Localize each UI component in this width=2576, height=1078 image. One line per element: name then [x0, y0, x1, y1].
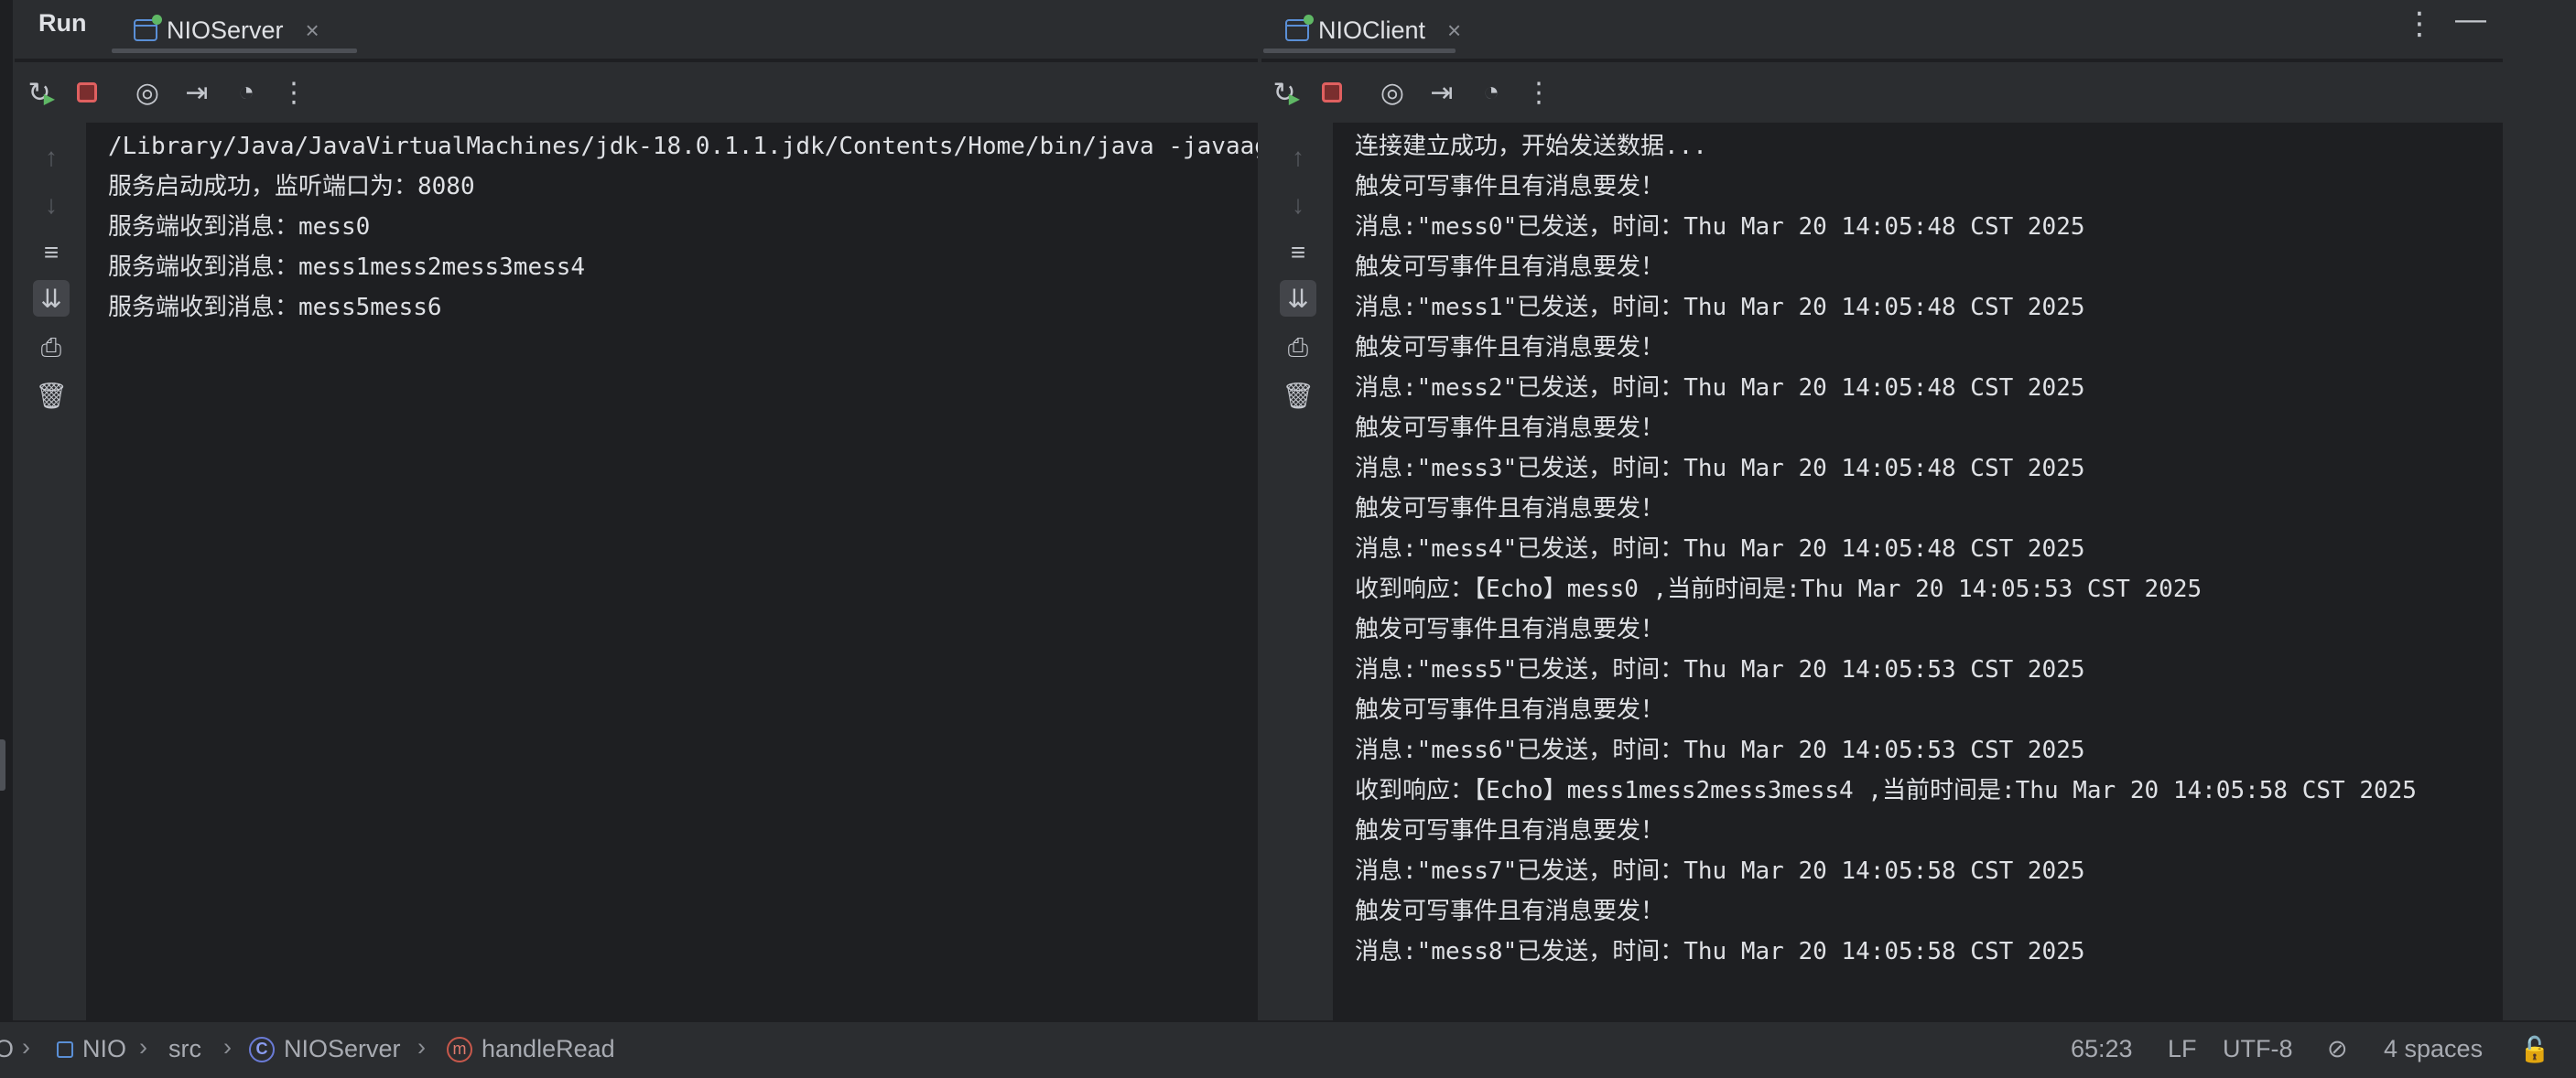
console-line: 收到响应：【Echo】mess0 ,当前时间是:Thu Mar 20 14:05… [1355, 576, 2203, 603]
console-line: 消息:"mess3"已发送，时间：Thu Mar 20 14:05:48 CST… [1355, 455, 2085, 482]
breadcrumb-folder[interactable]: src [168, 1035, 201, 1063]
server-console-toolbar: ↻ ▶ ◎ ⇥ ◔ ⋮ [15, 62, 1258, 123]
ide-run-window: Run NIOServer × NIOClient × ⋮ — ↻ ▶ ◎ ⇥ ◔… [0, 0, 2576, 1078]
console-line: 消息:"mess4"已发送，时间：Thu Mar 20 14:05:48 CST… [1355, 535, 2085, 563]
run-tool-window-title: Run [38, 9, 87, 37]
console-line: 连接建立成功，开始发送数据... [1355, 133, 1707, 160]
scroll-to-end-icon[interactable]: ⇊ [1280, 280, 1316, 317]
restore-layout-icon[interactable]: ⇥ [1424, 75, 1459, 110]
file-encoding[interactable]: UTF-8 [2223, 1035, 2293, 1063]
console-line: 消息:"mess7"已发送，时间：Thu Mar 20 14:05:58 CST… [1355, 857, 2085, 885]
server-console-side-actions: ↑ ↓ ≡ ⇊ ⎙ 🗑 [15, 123, 86, 1020]
chevron-right-icon: › [223, 1033, 232, 1061]
console-line: /Library/Java/JavaVirtualMachines/jdk-18… [108, 133, 1258, 160]
chevron-right-icon: › [22, 1033, 30, 1061]
tab-label: NIOServer [167, 16, 284, 44]
more-options-icon[interactable]: ⋮ [2404, 5, 2435, 42]
profiler-icon[interactable]: ◔ [229, 75, 264, 110]
down-arrow-icon[interactable]: ↓ [1280, 187, 1316, 223]
console-line: 服务端收到消息：mess0 [108, 213, 371, 241]
line-separator[interactable]: LF [2168, 1035, 2197, 1063]
server-console-output[interactable]: /Library/Java/JavaVirtualMachines/jdk-18… [86, 123, 1258, 1020]
left-edge-strip [0, 0, 15, 1020]
client-console-side-actions: ↑ ↓ ≡ ⇊ ⎙ 🗑 [1261, 123, 1333, 1020]
print-icon[interactable]: ⎙ [33, 329, 70, 366]
soft-wrap-icon[interactable]: ≡ [33, 234, 70, 271]
console-line: 消息:"mess5"已发送，时间：Thu Mar 20 14:05:53 CST… [1355, 656, 2085, 684]
console-line: 触发可写事件且有消息要发！ [1355, 616, 1665, 643]
method-icon: m [447, 1036, 472, 1062]
console-line: 触发可写事件且有消息要发！ [1355, 817, 1665, 845]
console-line: 触发可写事件且有消息要发！ [1355, 495, 1665, 523]
lock-icon[interactable]: 🔓 [2519, 1035, 2550, 1064]
right-tool-rail [2503, 0, 2576, 1020]
breadcrumb-method[interactable]: m handleRead [447, 1035, 615, 1063]
tab-scroll-indicator [1263, 49, 1456, 53]
breadcrumb-label: src [168, 1035, 201, 1062]
caret-position[interactable]: 65:23 [2071, 1035, 2133, 1063]
trash-icon[interactable]: 🗑 [1280, 377, 1316, 414]
tab-label: NIOClient [1318, 16, 1426, 44]
console-line: 服务启动成功，监听端口为：8080 [108, 173, 475, 200]
print-icon[interactable]: ⎙ [1280, 329, 1316, 366]
console-line: 收到响应：【Echo】mess1mess2mess3mess4 ,当前时间是:T… [1355, 777, 2417, 804]
breadcrumb-label: NIOServer [284, 1035, 401, 1062]
chevron-right-icon: › [139, 1033, 147, 1061]
client-console-output[interactable]: 连接建立成功，开始发送数据... 触发可写事件且有消息要发！ 消息:"mess0… [1333, 123, 2503, 1020]
inspection-off-icon[interactable]: ⊘ [2327, 1035, 2348, 1063]
console-line: 触发可写事件且有消息要发！ [1355, 253, 1665, 281]
run-config-icon [134, 15, 162, 41]
console-line: 消息:"mess8"已发送，时间：Thu Mar 20 14:05:58 CST… [1355, 938, 2085, 965]
close-icon[interactable]: × [306, 16, 319, 45]
soft-wrap-icon[interactable]: ≡ [1280, 234, 1316, 271]
stop-icon [77, 82, 97, 102]
stop-button[interactable] [70, 75, 104, 110]
indent-setting[interactable]: 4 spaces [2384, 1035, 2483, 1063]
up-arrow-icon[interactable]: ↑ [33, 139, 70, 176]
breadcrumb-module[interactable]: NIO [57, 1035, 126, 1063]
restore-layout-icon[interactable]: ⇥ [179, 75, 214, 110]
breadcrumb-class[interactable]: C NIOServer [249, 1035, 401, 1063]
down-arrow-icon[interactable]: ↓ [33, 187, 70, 223]
rerun-icon[interactable]: ↻ ▶ [22, 75, 57, 110]
class-icon: C [249, 1036, 275, 1062]
close-icon[interactable]: × [1447, 16, 1461, 45]
chevron-right-icon: › [417, 1033, 426, 1061]
console-line: 触发可写事件且有消息要发！ [1355, 173, 1665, 200]
console-line: 消息:"mess1"已发送，时间：Thu Mar 20 14:05:48 CST… [1355, 294, 2085, 321]
run-config-icon [1285, 15, 1314, 41]
breadcrumb-leading[interactable]: O [0, 1035, 14, 1063]
breadcrumb-label: NIO [82, 1035, 127, 1062]
stop-icon [1322, 82, 1342, 102]
camera-icon[interactable]: ◎ [1375, 75, 1410, 110]
console-line: 服务端收到消息：mess1mess2mess3mess4 [108, 253, 586, 281]
status-bar: O › NIO › src › C NIOServer › m handleRe… [0, 1020, 2576, 1078]
collapsed-panel-handle[interactable] [0, 739, 5, 791]
up-arrow-icon[interactable]: ↑ [1280, 139, 1316, 176]
module-icon [57, 1040, 73, 1058]
tab-scroll-indicator [112, 49, 357, 53]
console-line: 触发可写事件且有消息要发！ [1355, 334, 1665, 361]
client-console-toolbar: ↻ ▶ ◎ ⇥ ◔ ⋮ [1261, 62, 2503, 123]
stop-button[interactable] [1315, 75, 1349, 110]
rerun-icon[interactable]: ↻ ▶ [1267, 75, 1302, 110]
console-line: 触发可写事件且有消息要发！ [1355, 696, 1665, 724]
more-icon[interactable]: ⋮ [276, 75, 311, 110]
camera-icon[interactable]: ◎ [130, 75, 165, 110]
scroll-to-end-icon[interactable]: ⇊ [33, 280, 70, 317]
console-line: 触发可写事件且有消息要发！ [1355, 898, 1665, 925]
breadcrumb-label: handleRead [482, 1035, 615, 1062]
trash-icon[interactable]: 🗑 [33, 377, 70, 414]
console-line: 服务端收到消息：mess5mess6 [108, 294, 442, 321]
console-line: 消息:"mess0"已发送，时间：Thu Mar 20 14:05:48 CST… [1355, 213, 2085, 241]
minimize-icon[interactable]: — [2455, 2, 2486, 38]
console-line: 消息:"mess6"已发送，时间：Thu Mar 20 14:05:53 CST… [1355, 737, 2085, 764]
console-line: 触发可写事件且有消息要发！ [1355, 415, 1665, 442]
profiler-icon[interactable]: ◔ [1474, 75, 1509, 110]
more-icon[interactable]: ⋮ [1521, 75, 1556, 110]
console-line: 消息:"mess2"已发送，时间：Thu Mar 20 14:05:48 CST… [1355, 374, 2085, 402]
